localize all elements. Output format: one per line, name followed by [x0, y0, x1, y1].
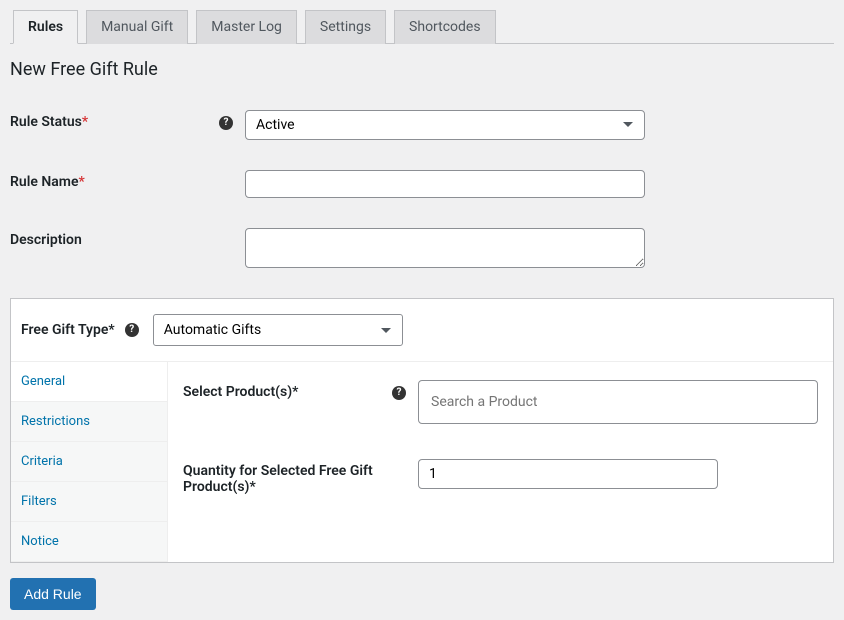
description-label: Description: [10, 228, 245, 248]
quantity-label: Quantity for Selected Free Gift Product(…: [183, 459, 418, 495]
rule-name-input[interactable]: [245, 170, 645, 198]
page-title: New Free Gift Rule: [10, 59, 834, 80]
help-icon[interactable]: ?: [392, 386, 406, 400]
side-nav: General Restrictions Criteria Filters No…: [11, 362, 168, 562]
tab-manual-gift[interactable]: Manual Gift: [86, 10, 188, 44]
side-nav-restrictions[interactable]: Restrictions: [11, 402, 167, 442]
tab-shortcodes[interactable]: Shortcodes: [394, 10, 496, 44]
rule-name-label: Rule Name*: [10, 170, 245, 190]
rule-status-label: Rule Status* ?: [10, 110, 245, 130]
free-gift-type-label: Free Gift Type*: [21, 322, 115, 338]
side-nav-filters[interactable]: Filters: [11, 482, 167, 522]
gift-type-panel: Free Gift Type* ? Automatic Gifts Genera…: [10, 298, 834, 563]
tab-rules[interactable]: Rules: [13, 10, 78, 44]
search-product-input[interactable]: [418, 380, 818, 424]
tab-master-log[interactable]: Master Log: [196, 10, 297, 44]
tab-settings[interactable]: Settings: [305, 10, 386, 44]
select-products-label: Select Product(s)* ?: [183, 380, 418, 400]
free-gift-type-select[interactable]: Automatic Gifts: [153, 314, 403, 346]
quantity-input[interactable]: [418, 459, 718, 489]
help-icon[interactable]: ?: [125, 323, 139, 337]
help-icon[interactable]: ?: [219, 116, 233, 130]
side-nav-criteria[interactable]: Criteria: [11, 442, 167, 482]
side-nav-general[interactable]: General: [11, 362, 167, 402]
tabs-bar: Rules Manual Gift Master Log Settings Sh…: [10, 10, 834, 44]
rule-status-select[interactable]: Active: [245, 110, 645, 140]
description-textarea[interactable]: [245, 228, 645, 268]
add-rule-button[interactable]: Add Rule: [10, 578, 96, 610]
side-nav-notice[interactable]: Notice: [11, 522, 167, 562]
